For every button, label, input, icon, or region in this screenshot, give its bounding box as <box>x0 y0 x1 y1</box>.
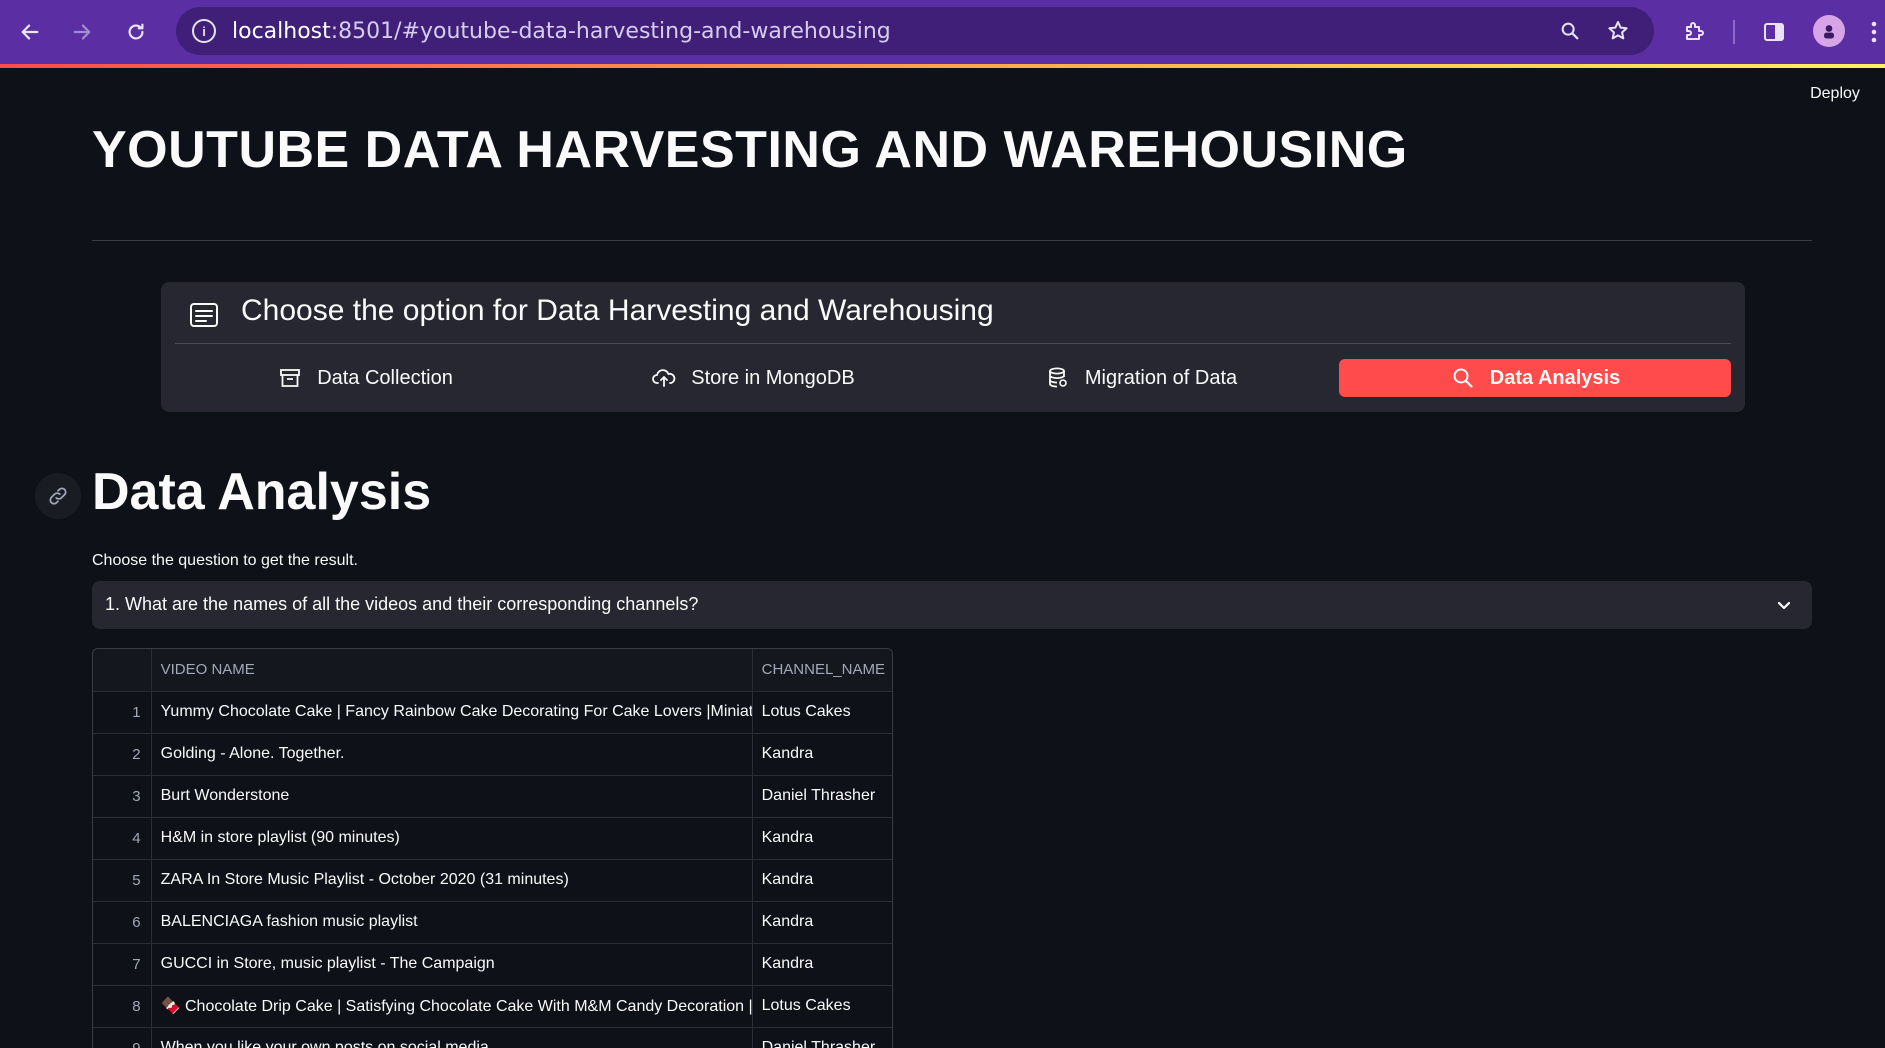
channel-name-cell[interactable]: Kandra <box>752 859 892 902</box>
arrow-left-icon <box>21 24 39 40</box>
divider <box>92 240 1812 241</box>
row-index[interactable]: 3 <box>93 775 152 818</box>
deploy-button[interactable]: Deploy <box>1795 85 1875 107</box>
video-name-cell[interactable]: BALENCIAGA fashion music playlist <box>151 901 753 944</box>
bookmark-star-icon[interactable] <box>1604 17 1632 45</box>
row-index[interactable]: 4 <box>93 817 152 860</box>
table-row[interactable]: 2 Golding - Alone. Together. Kandra <box>93 733 892 776</box>
video-name-cell[interactable]: Yummy Chocolate Cake | Fancy Rainbow Cak… <box>151 691 753 734</box>
forward-button[interactable] <box>64 14 100 50</box>
video-name-cell[interactable]: When you like your own posts on social m… <box>151 1027 753 1048</box>
channel-name-cell[interactable]: Daniel Thrasher <box>752 1027 892 1048</box>
database-icon <box>1045 367 1071 389</box>
table-row[interactable]: 4 H&M in store playlist (90 minutes) Kandr… <box>93 817 892 860</box>
option-menu-header <box>189 296 219 336</box>
table-row[interactable]: 5 ZARA In Store Music Playlist - October … <box>93 859 892 902</box>
menu-kebab-icon[interactable] <box>1864 14 1884 50</box>
table-row[interactable]: 9 When you like your own posts on social … <box>93 1027 892 1048</box>
video-name-cell[interactable]: GUCCI in Store, music playlist - The Cam… <box>151 943 753 986</box>
zoom-icon[interactable] <box>1556 17 1584 45</box>
reload-icon <box>128 23 144 40</box>
archive-icon <box>277 367 303 389</box>
option-menu: Choose the option for Data Harvesting an… <box>161 282 1745 412</box>
video-name-cell[interactable]: H&M in store playlist (90 minutes) <box>151 817 753 860</box>
list-card-icon <box>189 303 219 329</box>
row-index[interactable]: 9 <box>93 1027 152 1048</box>
menu-item-label: Store in MongoDB <box>691 366 855 389</box>
column-header-video-name[interactable]: VIDEO NAME <box>151 649 753 692</box>
table-header-row: VIDEO NAME CHANNEL_NAME <box>93 649 892 692</box>
chevron-down-icon <box>1777 601 1791 610</box>
url-path: :8501/#youtube-data-harvesting-and-wareh… <box>330 19 891 44</box>
section-title: Data Analysis <box>92 463 432 521</box>
toolbar-separator <box>1733 20 1735 44</box>
channel-name-cell[interactable]: Kandra <box>752 943 892 986</box>
menu-item-data-collection[interactable]: Data Collection <box>175 359 555 397</box>
url-text[interactable]: localhost:8501/#youtube-data-harvesting-… <box>232 19 891 44</box>
video-name-cell[interactable]: ZARA In Store Music Playlist - October 2… <box>151 859 753 902</box>
channel-name-cell[interactable]: Kandra <box>752 733 892 776</box>
results-table[interactable]: VIDEO NAME CHANNEL_NAME 1 Yummy Chocolate… <box>92 648 893 1048</box>
profile-avatar[interactable] <box>1813 15 1845 47</box>
table-row[interactable]: 8 🍫 Chocolate Drip Cake | Satisfying Choc… <box>93 985 892 1028</box>
menu-item-migration-of-data[interactable]: Migration of Data <box>951 359 1331 397</box>
menu-item-label: Data Analysis <box>1489 366 1621 389</box>
row-index[interactable]: 7 <box>93 943 152 986</box>
channel-name-cell[interactable]: Kandra <box>752 901 892 944</box>
menu-item-label: Migration of Data <box>1084 366 1238 389</box>
table-row[interactable]: 3 Burt Wonderstone Daniel Thrasher <box>93 775 892 818</box>
search-icon <box>1450 367 1476 389</box>
video-name-cell[interactable]: Golding - Alone. Together. <box>151 733 753 776</box>
extensions-icon[interactable] <box>1676 14 1712 50</box>
channel-name-cell[interactable]: Lotus Cakes <box>752 985 892 1028</box>
menu-item-store-in-mongodb[interactable]: Store in MongoDB <box>563 359 943 397</box>
side-panel-icon[interactable] <box>1756 14 1792 50</box>
menu-item-data-analysis[interactable]: Data Analysis <box>1339 359 1731 397</box>
app-title: YOUTUBE DATA HARVESTING AND WAREHOUSING <box>92 121 1408 179</box>
row-index[interactable]: 8 <box>93 985 152 1028</box>
row-index[interactable]: 1 <box>93 691 152 734</box>
row-index[interactable]: 6 <box>93 901 152 944</box>
question-select[interactable]: 1. What are the names of all the videos … <box>92 581 1812 629</box>
reload-button[interactable] <box>118 14 154 50</box>
table-row[interactable]: 1 Yummy Chocolate Cake | Fancy Rainbow Ca… <box>93 691 892 734</box>
arrow-right-icon <box>73 24 91 40</box>
row-index[interactable]: 5 <box>93 859 152 902</box>
address-bar[interactable]: i localhost:8501/#youtube-data-harvestin… <box>176 7 1654 55</box>
loading-accent-bar <box>0 64 1885 68</box>
site-info-icon[interactable]: i <box>192 19 216 43</box>
row-index[interactable]: 2 <box>93 733 152 776</box>
url-host: localhost <box>232 19 331 44</box>
back-button[interactable] <box>12 14 48 50</box>
table-row[interactable]: 7 GUCCI in Store, music playlist - The Ca… <box>93 943 892 986</box>
profile-icon <box>1824 25 1834 39</box>
channel-name-cell[interactable]: Kandra <box>752 817 892 860</box>
table-row[interactable]: 6 BALENCIAGA fashion music playlist Kandra <box>93 901 892 944</box>
cloud-upload-icon <box>651 367 677 389</box>
menu-item-label: Data Collection <box>317 366 453 389</box>
column-header-channel-name[interactable]: CHANNEL_NAME <box>752 649 892 692</box>
channel-name-cell[interactable]: Lotus Cakes <box>752 691 892 734</box>
index-column-header <box>93 649 152 692</box>
browser-toolbar: i localhost:8501/#youtube-data-harvestin… <box>0 0 1885 64</box>
header-anchor-link[interactable] <box>35 473 81 519</box>
link-icon <box>49 487 67 505</box>
video-name-cell[interactable]: Burt Wonderstone <box>151 775 753 818</box>
video-name-cell[interactable]: 🍫 Chocolate Drip Cake | Satisfying Choco… <box>151 985 753 1028</box>
option-menu-title: Choose the option for Data Harvesting an… <box>241 294 994 327</box>
select-label: Choose the question to get the result. <box>92 552 358 569</box>
channel-name-cell[interactable]: Daniel Thrasher <box>752 775 892 818</box>
question-select-value: 1. What are the names of all the videos … <box>105 594 699 614</box>
option-menu-divider <box>175 343 1731 344</box>
